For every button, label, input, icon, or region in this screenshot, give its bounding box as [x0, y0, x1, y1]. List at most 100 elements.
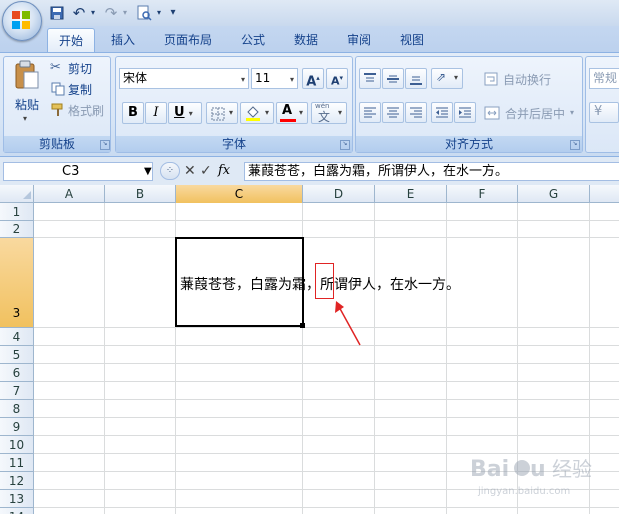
merge-center-icon: [484, 106, 500, 120]
paste-button[interactable]: 粘贴 ▾: [8, 58, 46, 128]
font-color-button[interactable]: A ▾: [276, 102, 308, 124]
font-name-dropdown-icon[interactable]: ▾: [241, 70, 245, 89]
font-size-dropdown-icon[interactable]: ▾: [290, 70, 294, 89]
merge-center-dropdown-icon[interactable]: ▾: [570, 108, 574, 117]
tab-page-layout[interactable]: 页面布局: [155, 28, 221, 52]
grid-line: [34, 381, 619, 382]
fill-color-button[interactable]: ▾: [240, 102, 274, 124]
copy-label: 复制: [68, 83, 93, 97]
row-header[interactable]: 8: [0, 400, 34, 418]
undo-dropdown-icon[interactable]: ▾: [88, 4, 98, 22]
align-bottom-button[interactable]: [405, 68, 427, 89]
grid-line: [34, 220, 619, 221]
tab-formulas[interactable]: 公式: [230, 28, 276, 52]
align-middle-button[interactable]: [382, 68, 404, 89]
align-right-button[interactable]: [405, 102, 427, 123]
column-header[interactable]: F: [447, 185, 518, 203]
expand-formula-icon[interactable]: ⁘: [160, 162, 180, 180]
column-header-partial[interactable]: [590, 185, 619, 203]
font-color-icon: A: [282, 103, 293, 118]
customize-toolbar-icon[interactable]: ▾: [166, 4, 180, 22]
save-icon[interactable]: [48, 4, 66, 22]
increase-indent-button[interactable]: [454, 102, 476, 123]
cut-label: 剪切: [68, 62, 93, 76]
fill-color-dropdown-icon[interactable]: ▾: [265, 108, 269, 117]
office-logo-icon: [12, 11, 30, 29]
cancel-icon[interactable]: ✕: [184, 162, 196, 180]
insert-function-button[interactable]: fx: [218, 162, 230, 180]
column-header[interactable]: B: [105, 185, 176, 203]
redo-icon[interactable]: ↷: [102, 4, 120, 22]
cut-button[interactable]: ✂ 剪切: [50, 59, 110, 77]
grid-line: [34, 363, 619, 364]
print-preview-icon[interactable]: [134, 4, 154, 22]
font-size-select[interactable]: 11 ▾: [251, 68, 298, 89]
align-top-button[interactable]: [359, 68, 381, 89]
align-center-button[interactable]: [382, 102, 404, 123]
row-header-selected[interactable]: 3: [0, 238, 34, 328]
orientation-button[interactable]: ⇗ ▾: [431, 68, 463, 89]
row-header[interactable]: 4: [0, 328, 34, 346]
row-header[interactable]: 2: [0, 221, 34, 238]
name-box[interactable]: C3 ▼: [3, 162, 153, 181]
number-format-select[interactable]: 常规: [589, 68, 619, 89]
format-painter-button[interactable]: 格式刷: [50, 101, 110, 119]
alignment-launcher-icon[interactable]: ↘: [570, 140, 580, 150]
tab-view[interactable]: 视图: [389, 28, 435, 52]
tab-insert[interactable]: 插入: [100, 28, 146, 52]
tab-review[interactable]: 审阅: [336, 28, 382, 52]
borders-dropdown-icon[interactable]: ▾: [229, 108, 233, 117]
column-header[interactable]: G: [518, 185, 590, 203]
tab-data[interactable]: 数据: [283, 28, 329, 52]
orientation-dropdown-icon[interactable]: ▾: [454, 73, 458, 82]
grow-font-icon: A: [306, 74, 317, 90]
copy-button[interactable]: 复制: [50, 80, 110, 98]
row-header[interactable]: 11: [0, 454, 34, 472]
column-header-selected[interactable]: C: [176, 185, 303, 203]
office-button[interactable]: [2, 1, 42, 41]
select-all-corner[interactable]: [0, 185, 34, 203]
wrap-text-button[interactable]: 自动换行: [484, 70, 576, 88]
row-header[interactable]: 5: [0, 346, 34, 364]
name-box-dropdown-icon[interactable]: ▼: [144, 163, 152, 180]
merge-center-button[interactable]: 合并后居中 ▾: [484, 104, 579, 122]
italic-button[interactable]: I: [145, 102, 167, 124]
decrease-indent-button[interactable]: [431, 102, 453, 123]
undo-icon[interactable]: ↶: [70, 4, 88, 22]
paste-icon: [15, 60, 39, 89]
shrink-font-button[interactable]: A▾: [326, 68, 348, 89]
borders-button[interactable]: ▾: [206, 102, 238, 124]
column-header[interactable]: D: [303, 185, 375, 203]
phonetic-dropdown-icon[interactable]: ▾: [338, 108, 342, 117]
row-header[interactable]: 7: [0, 382, 34, 400]
column-header[interactable]: E: [375, 185, 447, 203]
row-header[interactable]: 12: [0, 472, 34, 490]
row-header[interactable]: 9: [0, 418, 34, 436]
column-header[interactable]: A: [34, 185, 105, 203]
font-launcher-icon[interactable]: ↘: [340, 140, 350, 150]
enter-icon[interactable]: ✓: [200, 162, 212, 180]
font-color-dropdown-icon[interactable]: ▾: [299, 108, 303, 117]
phonetic-button[interactable]: wén 文 ▾: [311, 102, 347, 124]
tab-home[interactable]: 开始: [47, 28, 95, 53]
accounting-format-button[interactable]: ¥: [589, 102, 619, 123]
clipboard-launcher-icon[interactable]: ↘: [100, 140, 110, 150]
row-header[interactable]: 14: [0, 508, 34, 514]
preview-dropdown-icon[interactable]: ▾: [154, 4, 164, 22]
align-left-button[interactable]: [359, 102, 381, 123]
underline-dropdown-icon[interactable]: ▾: [189, 109, 193, 118]
svg-text:u: u: [530, 457, 546, 482]
paste-dropdown-icon[interactable]: ▾: [23, 114, 27, 123]
row-header[interactable]: 1: [0, 203, 34, 221]
font-name-select[interactable]: 宋体 ▾: [119, 68, 249, 89]
row-header[interactable]: 10: [0, 436, 34, 454]
row-header[interactable]: 6: [0, 364, 34, 382]
row-header[interactable]: 13: [0, 490, 34, 508]
fill-handle[interactable]: [300, 323, 305, 328]
formula-input[interactable]: 蒹葭苍苍，白露为霜，所谓伊人，在水一方。: [244, 162, 619, 181]
grow-font-button[interactable]: A▴: [302, 68, 324, 89]
redo-dropdown-icon[interactable]: ▾: [120, 4, 130, 22]
bold-button[interactable]: B: [122, 102, 144, 124]
underline-button[interactable]: U ▾: [168, 102, 202, 124]
font-name-value: 宋体: [123, 71, 148, 85]
